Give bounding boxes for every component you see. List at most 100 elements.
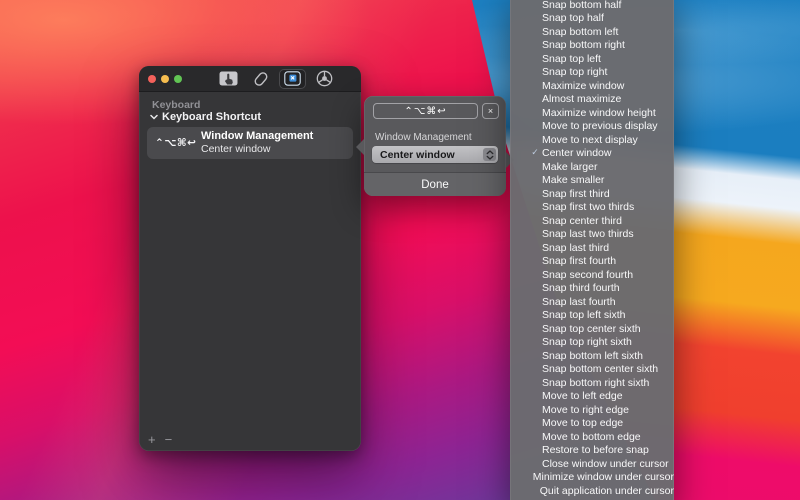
menu-item[interactable]: Snap first two thirds: [510, 201, 674, 215]
menu-item[interactable]: Snap bottom right: [510, 39, 674, 53]
group-disclosure[interactable]: Keyboard Shortcut: [150, 111, 261, 123]
chevron-down-icon: [150, 114, 158, 120]
menu-item-label: Almost maximize: [542, 93, 621, 105]
shortcut-recorder-field[interactable]: ⌃⌥⌘↩: [373, 103, 478, 119]
menu-item-label: Maximize window: [542, 80, 624, 92]
menu-item-label: Move to bottom edge: [542, 431, 641, 443]
window-footer: + −: [148, 434, 172, 446]
menu-item-label: Maximize window height: [542, 107, 656, 119]
menu-item[interactable]: Move to bottom edge: [510, 430, 674, 444]
menu-item[interactable]: Snap top half: [510, 12, 674, 26]
menu-item-label: Snap last third: [542, 242, 609, 254]
menu-item[interactable]: Maximize window height: [510, 106, 674, 120]
menu-item[interactable]: Snap top right sixth: [510, 336, 674, 350]
menu-item[interactable]: Make larger: [510, 160, 674, 174]
menu-item[interactable]: Snap bottom left: [510, 25, 674, 39]
titlebar: [139, 66, 361, 92]
menu-item[interactable]: Snap last two thirds: [510, 228, 674, 242]
menu-item-label: Quit application under cursor: [540, 485, 674, 497]
menu-item[interactable]: Snap last fourth: [510, 295, 674, 309]
menu-item-label: Snap last two thirds: [542, 228, 634, 240]
menu-item[interactable]: Move to right edge: [510, 403, 674, 417]
menu-item[interactable]: Snap bottom right sixth: [510, 376, 674, 390]
zoom-button[interactable]: [174, 75, 182, 83]
shortcut-row-subtitle: Center window: [201, 143, 313, 156]
popover-field-label: Window Management: [375, 132, 472, 143]
tab-wheel[interactable]: [311, 69, 338, 89]
close-button[interactable]: [148, 75, 156, 83]
menu-item-label: Make smaller: [542, 174, 604, 186]
menu-item-label: Make larger: [542, 161, 597, 173]
menu-item[interactable]: Move to next display: [510, 133, 674, 147]
menu-item[interactable]: Snap last third: [510, 241, 674, 255]
select-stepper: [483, 148, 496, 161]
done-button[interactable]: Done: [364, 173, 506, 196]
menu-item[interactable]: Quit application under cursor: [510, 484, 674, 498]
menu-item-label: Snap top center sixth: [542, 323, 641, 335]
menu-item[interactable]: Snap top right: [510, 66, 674, 80]
tab-gesture[interactable]: [247, 69, 274, 89]
gesture-capsule-icon: [252, 70, 270, 88]
minimize-button[interactable]: [161, 75, 169, 83]
menu-item[interactable]: Snap bottom left sixth: [510, 349, 674, 363]
menu-item-label: Snap first two thirds: [542, 201, 634, 213]
menu-item-label: Move to top edge: [542, 417, 623, 429]
menu-item-label: Restore to before snap: [542, 444, 649, 456]
shortcut-row[interactable]: ⌃⌥⌘↩ Window Management Center window: [147, 127, 353, 159]
menu-item[interactable]: Snap bottom half: [510, 0, 674, 12]
menu-item[interactable]: Almost maximize: [510, 93, 674, 107]
menu-item[interactable]: Restore to before snap: [510, 444, 674, 458]
menu-item-label: Move to previous display: [542, 120, 658, 132]
menu-item[interactable]: ✓Center window: [510, 147, 674, 161]
keyboard-shortcut-icon: [284, 71, 301, 86]
action-select[interactable]: Center window: [372, 146, 498, 163]
menu-item[interactable]: Move to left edge: [510, 390, 674, 404]
menu-item[interactable]: Snap second fourth: [510, 268, 674, 282]
tab-trackpad[interactable]: [215, 69, 242, 89]
app-window: Keyboard Keyboard Shortcut ⌃⌥⌘↩ Window M…: [139, 66, 361, 451]
tab-keyboard-shortcut[interactable]: [279, 69, 306, 89]
menu-item[interactable]: Snap bottom center sixth: [510, 363, 674, 377]
menu-item-label: Snap second fourth: [542, 269, 633, 281]
add-shortcut-button[interactable]: +: [148, 434, 156, 446]
toolbar: [215, 69, 338, 89]
section-label: Keyboard: [152, 99, 200, 111]
menu-item[interactable]: Snap top center sixth: [510, 322, 674, 336]
menu-item[interactable]: Move to top edge: [510, 417, 674, 431]
menu-item-label: Snap first third: [542, 188, 610, 200]
menu-item[interactable]: Snap top left: [510, 52, 674, 66]
menu-item-label: Move to right edge: [542, 404, 629, 416]
wheel-icon: [316, 70, 333, 87]
menu-item-label: Snap top right: [542, 66, 607, 78]
shortcut-popover: ⌃⌥⌘↩ × Window Management Center window D…: [364, 96, 506, 196]
menu-item-label: Minimize window under cursor: [533, 471, 674, 483]
menu-item-label: Center window: [542, 147, 611, 159]
menu-item[interactable]: Close window under cursor: [510, 457, 674, 471]
menu-item-label: Snap bottom left sixth: [542, 350, 643, 362]
menu-item[interactable]: Snap center third: [510, 214, 674, 228]
shortcut-row-title: Window Management: [201, 130, 313, 144]
menu-item[interactable]: Maximize window: [510, 79, 674, 93]
menu-item-label: Snap last fourth: [542, 296, 616, 308]
clear-shortcut-button[interactable]: ×: [482, 103, 499, 119]
action-menu: Snap bottom halfSnap top halfSnap bottom…: [510, 0, 674, 500]
menu-item[interactable]: Move to previous display: [510, 120, 674, 134]
group-label: Keyboard Shortcut: [162, 111, 261, 123]
remove-shortcut-button[interactable]: −: [165, 434, 173, 446]
menu-item-label: Close window under cursor: [542, 458, 669, 470]
menu-item-label: Snap top right sixth: [542, 336, 632, 348]
menu-item[interactable]: Snap third fourth: [510, 282, 674, 296]
popover-arrow-left: [356, 139, 364, 155]
menu-item-label: Snap third fourth: [542, 282, 620, 294]
menu-item[interactable]: Snap first third: [510, 187, 674, 201]
menu-item[interactable]: Make smaller: [510, 174, 674, 188]
checkmark-icon: ✓: [530, 148, 540, 158]
action-select-value: Center window: [380, 149, 483, 161]
menu-item-label: Snap center third: [542, 215, 622, 227]
menu-item-label: Snap bottom right sixth: [542, 377, 649, 389]
menu-item[interactable]: Minimize window under cursor: [510, 471, 674, 485]
trackpad-icon: [219, 71, 238, 86]
menu-item[interactable]: Snap top left sixth: [510, 309, 674, 323]
menu-item-label: Snap first fourth: [542, 255, 616, 267]
menu-item[interactable]: Snap first fourth: [510, 255, 674, 269]
